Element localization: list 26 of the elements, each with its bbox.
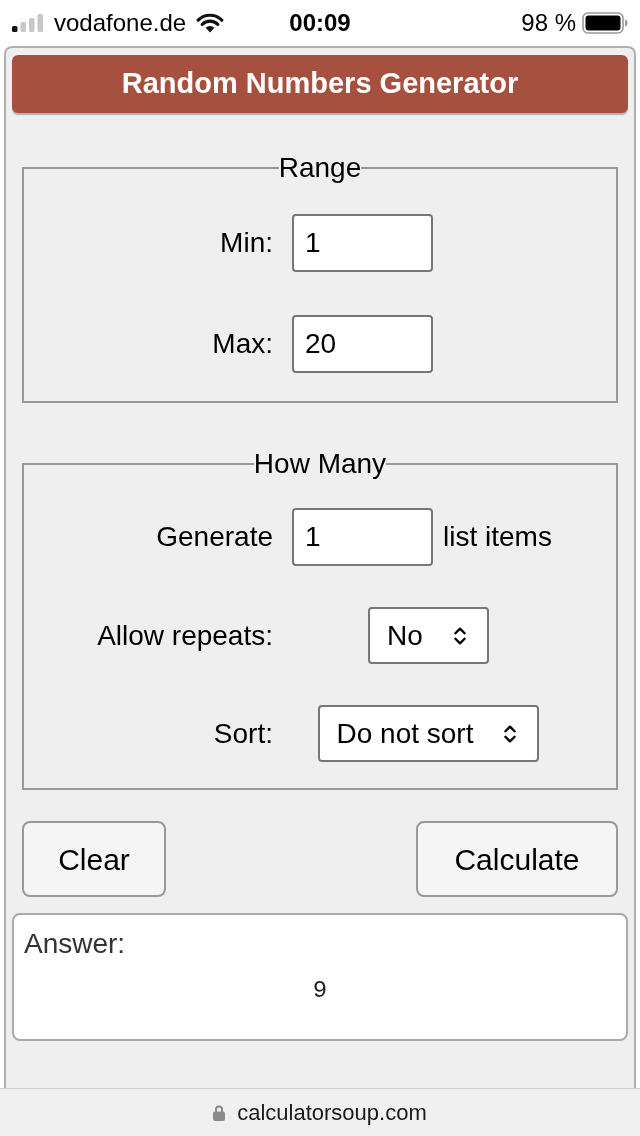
number-field[interactable]: 1 — [292, 214, 433, 272]
page-title: Random Numbers Generator — [121, 66, 519, 102]
url-domain[interactable]: calculatorsoup.com — [237, 1096, 427, 1129]
battery-percentage: 98 % — [521, 8, 576, 38]
fieldset-legend: Range — [278, 152, 362, 184]
clear-button[interactable]: Clear — [22, 821, 166, 897]
field-label: Allow repeats: — [97, 618, 273, 653]
wifi-icon — [196, 13, 225, 33]
dropdown-select[interactable]: No — [368, 607, 489, 664]
answer-value: 9 — [312, 977, 328, 1005]
number-field[interactable]: 1 — [292, 508, 433, 566]
calculate-button[interactable]: Calculate — [416, 821, 618, 897]
clock-time: 00:09 — [289, 8, 351, 38]
carrier-name: vodafone.de — [54, 8, 187, 38]
field-label: Min: — [220, 226, 273, 260]
field-label: Max: — [212, 327, 273, 361]
field-label: Generate — [156, 520, 273, 554]
answer-label: Answer: — [24, 927, 126, 961]
dropdown-select[interactable]: Do not sort — [317, 705, 540, 762]
field-label: Sort: — [213, 716, 273, 751]
lock-icon — [213, 1104, 226, 1121]
field-suffix: list items — [443, 520, 552, 554]
number-field[interactable]: 20 — [292, 315, 433, 373]
signal-icon — [12, 14, 44, 32]
battery-icon — [582, 12, 628, 34]
fieldset-legend: How Many — [253, 448, 387, 480]
